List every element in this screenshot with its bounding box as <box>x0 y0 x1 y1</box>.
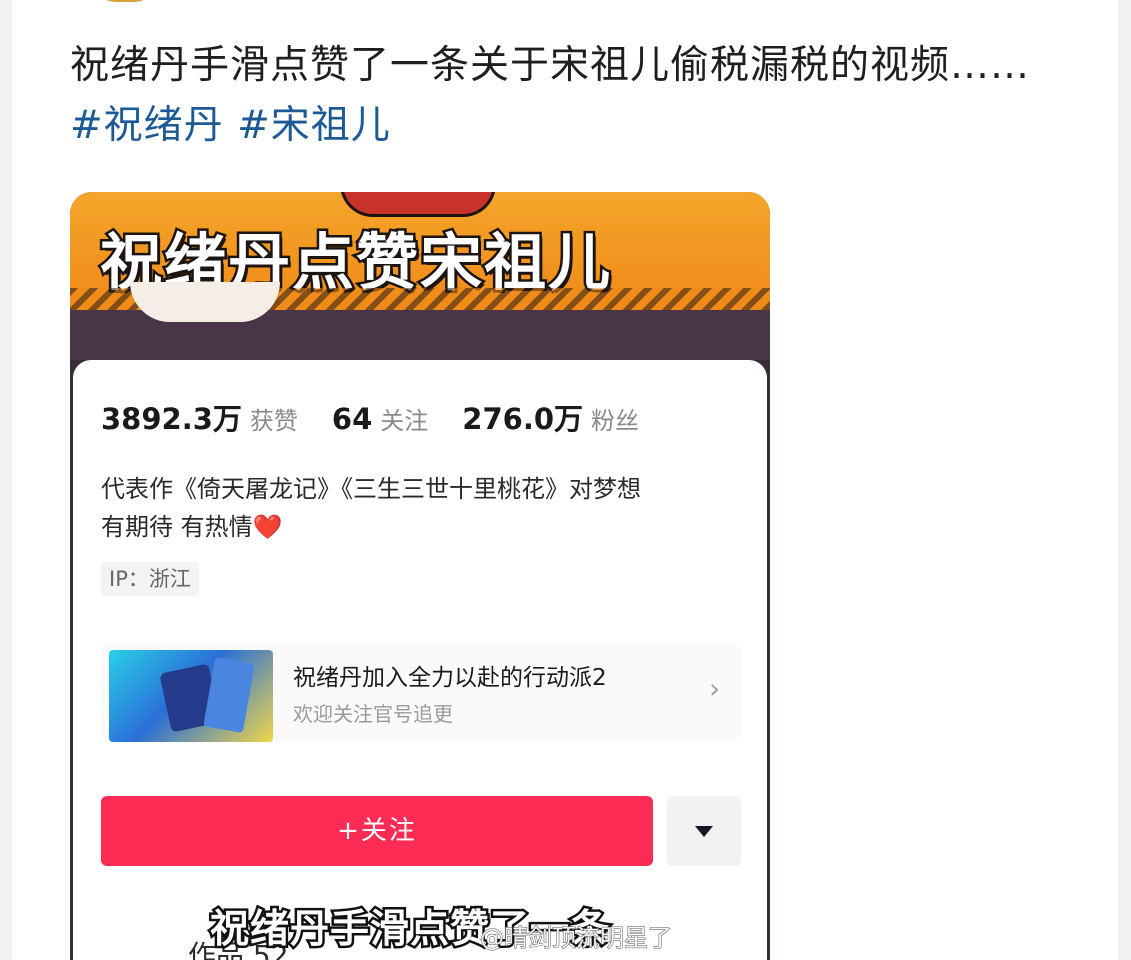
promo-thumbnail <box>109 650 273 742</box>
profile-avatar <box>130 282 280 322</box>
weibo-post-card: 祝绪丹手滑点赞了一条关于宋祖儿偷税漏税的视频…… #祝绪丹 #宋祖儿 祝绪丹点赞宋… <box>12 0 1118 960</box>
profile-stats: 3892.3万 获赞 64 关注 276.0万 粉丝 <box>101 396 673 440</box>
heart-icon: ❤️ <box>252 513 283 541</box>
post-image[interactable]: 祝绪丹点赞宋祖儿 3892.3万 获赞 64 关注 276.0万 粉丝 代表作《… <box>70 192 770 960</box>
followers-count: 276.0万 <box>462 402 584 436</box>
profile-bio: 代表作《倚天屠龙记》《三生三世十里桃花》对梦想 有期待 有热情❤️ <box>101 470 741 546</box>
more-options-button <box>667 796 741 866</box>
chevron-right-icon: › <box>709 672 721 705</box>
author-avatar[interactable] <box>97 0 153 2</box>
hashtag-link[interactable]: #宋祖儿 <box>237 103 391 148</box>
likes-count: 3892.3万 <box>101 402 242 436</box>
followers-label: 粉丝 <box>591 407 640 435</box>
promo-card: 祝绪丹加入全力以赴的行动派2 欢迎关注官号追更 › <box>101 642 741 742</box>
following-count: 64 <box>331 402 373 436</box>
profile-panel: 3892.3万 获赞 64 关注 276.0万 粉丝 代表作《倚天屠龙记》《三生… <box>73 360 767 960</box>
bio-line: 有期待 有热情❤️ <box>101 508 741 546</box>
likes-label: 获赞 <box>249 407 298 435</box>
thumbnail-shape <box>203 657 255 733</box>
promo-subtitle: 欢迎关注官号追更 <box>293 702 453 726</box>
caret-down-icon <box>695 826 713 837</box>
hashtag-link[interactable]: #祝绪丹 <box>70 103 224 148</box>
bio-line: 代表作《倚天屠龙记》《三生三世十里桃花》对梦想 <box>101 475 641 503</box>
post-text: 祝绪丹手滑点赞了一条关于宋祖儿偷税漏税的视频…… #祝绪丹 #宋祖儿 <box>70 36 1030 156</box>
following-label: 关注 <box>380 407 429 435</box>
bio-line-text: 有期待 有热情 <box>101 513 253 541</box>
promo-title: 祝绪丹加入全力以赴的行动派2 <box>293 665 607 691</box>
watermark: @晴剑顶流明星了 <box>480 924 673 953</box>
post-body: 祝绪丹手滑点赞了一条关于宋祖儿偷税漏税的视频…… <box>70 43 1031 88</box>
ip-location-tag: IP：浙江 <box>101 562 199 596</box>
follow-button: +关注 <box>101 796 653 866</box>
